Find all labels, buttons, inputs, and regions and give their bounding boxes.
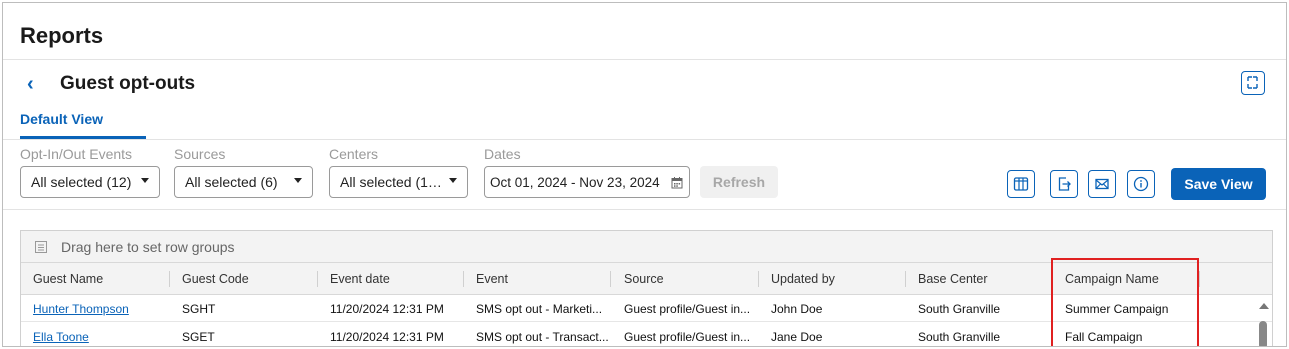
column-separator[interactable] xyxy=(463,271,464,287)
column-separator[interactable] xyxy=(1199,271,1200,287)
centers-filter-label: Centers xyxy=(329,146,379,162)
column-header-guest-name[interactable]: Guest Name xyxy=(33,272,103,286)
column-header-event-date[interactable]: Event date xyxy=(330,272,390,286)
column-separator[interactable] xyxy=(317,271,318,287)
export-button[interactable] xyxy=(1050,170,1078,198)
chevron-down-icon xyxy=(141,178,149,183)
scroll-up-arrow[interactable] xyxy=(1259,303,1269,309)
guest-code-cell: SGHT xyxy=(182,302,216,316)
campaign-column-highlight xyxy=(1051,258,1199,346)
reports-window: Reports ‹ Guest opt-outs Default View Op… xyxy=(2,2,1287,347)
base-center-cell: South Granville xyxy=(918,330,1001,344)
group-icon xyxy=(35,241,47,253)
source-cell: Guest profile/Guest in... xyxy=(624,330,751,344)
guest-name-link[interactable]: Ella Toone xyxy=(33,330,89,344)
info-button[interactable] xyxy=(1127,170,1155,198)
updated-by-cell: John Doe xyxy=(771,302,823,316)
sources-select-value: All selected (6) xyxy=(185,174,278,190)
vertical-scrollbar-thumb[interactable] xyxy=(1259,321,1267,346)
column-header-base-center[interactable]: Base Center xyxy=(918,272,987,286)
chevron-down-icon xyxy=(294,178,302,183)
back-button[interactable]: ‹ xyxy=(27,73,34,96)
divider xyxy=(3,139,1286,140)
base-center-cell: South Granville xyxy=(918,302,1001,316)
event-date-cell: 11/20/2024 12:31 PM xyxy=(330,330,444,344)
tab-default-view[interactable]: Default View xyxy=(20,111,103,127)
guest-name-link[interactable]: Hunter Thompson xyxy=(33,302,129,316)
column-separator[interactable] xyxy=(169,271,170,287)
column-separator[interactable] xyxy=(905,271,906,287)
sources-filter-label: Sources xyxy=(174,146,226,162)
guest-code-cell: SGET xyxy=(182,330,215,344)
column-header-source[interactable]: Source xyxy=(624,272,664,286)
divider xyxy=(3,209,1286,210)
dates-value: Oct 01, 2024 - Nov 23, 2024 xyxy=(490,174,660,190)
export-icon xyxy=(1058,177,1071,191)
save-view-button[interactable]: Save View xyxy=(1171,168,1266,200)
dates-filter-label: Dates xyxy=(484,146,521,162)
source-cell: Guest profile/Guest in... xyxy=(624,302,751,316)
columns-icon xyxy=(1013,177,1029,191)
column-separator[interactable] xyxy=(610,271,611,287)
sources-select[interactable]: All selected (6) xyxy=(174,166,313,198)
expand-button[interactable] xyxy=(1241,71,1265,95)
column-separator[interactable] xyxy=(758,271,759,287)
centers-select[interactable]: All selected (1… xyxy=(329,166,468,198)
refresh-button[interactable]: Refresh xyxy=(700,166,778,198)
row-group-placeholder: Drag here to set row groups xyxy=(61,239,235,255)
calendar-icon xyxy=(671,177,683,189)
column-header-guest-code[interactable]: Guest Code xyxy=(182,272,249,286)
column-header-updated-by[interactable]: Updated by xyxy=(771,272,835,286)
events-select[interactable]: All selected (12) xyxy=(20,166,160,198)
events-select-value: All selected (12) xyxy=(31,174,132,190)
centers-select-value: All selected (1… xyxy=(340,174,442,190)
event-cell: SMS opt out - Marketi... xyxy=(476,302,603,316)
email-button[interactable] xyxy=(1088,170,1116,198)
expand-icon xyxy=(1247,76,1258,89)
dates-picker[interactable]: Oct 01, 2024 - Nov 23, 2024 xyxy=(484,166,690,198)
events-filter-label: Opt-In/Out Events xyxy=(20,146,133,162)
divider xyxy=(3,59,1286,60)
columns-button[interactable] xyxy=(1007,170,1035,198)
chevron-down-icon xyxy=(449,178,457,183)
email-icon xyxy=(1095,178,1109,190)
report-title: Guest opt-outs xyxy=(60,73,196,94)
event-date-cell: 11/20/2024 12:31 PM xyxy=(330,302,444,316)
event-cell: SMS opt out - Transact... xyxy=(476,330,609,344)
info-icon xyxy=(1133,176,1149,192)
column-header-event[interactable]: Event xyxy=(476,272,508,286)
page-title: Reports xyxy=(20,23,104,48)
updated-by-cell: Jane Doe xyxy=(771,330,823,344)
